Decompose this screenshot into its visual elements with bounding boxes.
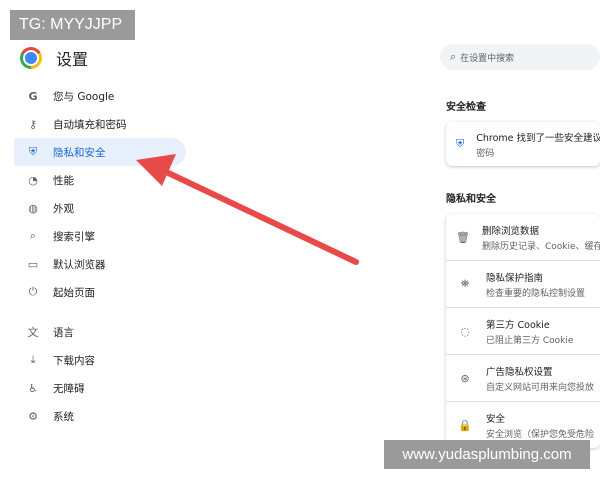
arrow-head — [136, 154, 176, 186]
watermark-bottom-right: www.yudasplumbing.com — [384, 440, 590, 469]
arrow-shaft — [159, 167, 359, 265]
watermark-top-left: TG: MYYJJPP — [10, 10, 135, 40]
annotation-arrow — [136, 154, 359, 265]
